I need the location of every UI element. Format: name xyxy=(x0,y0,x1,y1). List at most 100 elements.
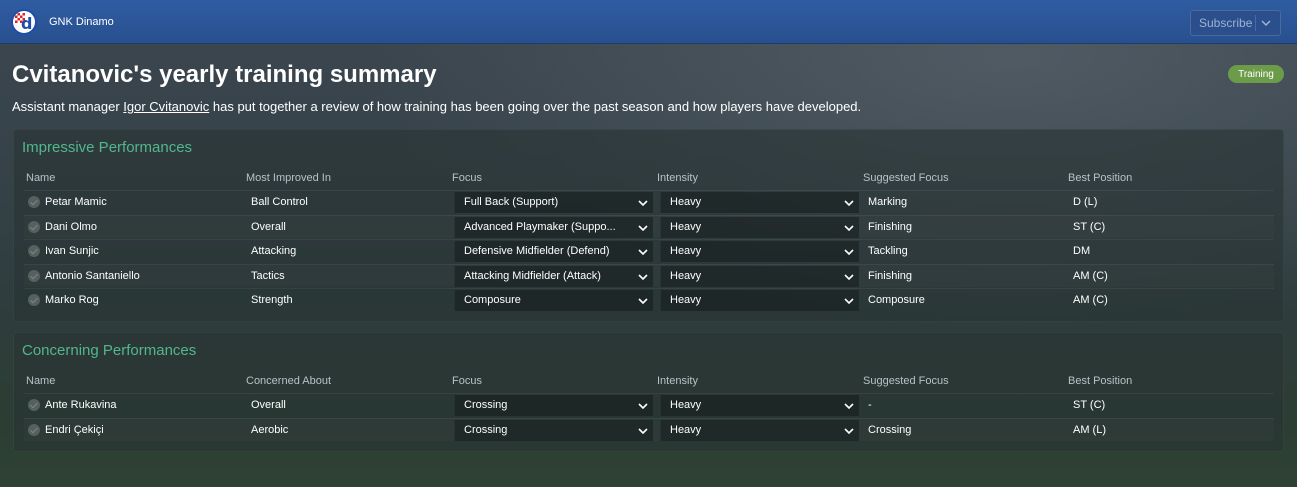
impressive-performances-panel: Impressive Performances Name Most Improve… xyxy=(13,129,1284,322)
panel-title: Concerning Performances xyxy=(22,342,197,359)
focus-dropdown[interactable]: Crossing xyxy=(454,395,653,416)
club-crest-icon[interactable]: d xyxy=(11,8,37,35)
focus-dropdown[interactable]: Full Back (Support) xyxy=(454,192,653,213)
table-row[interactable]: Ante Rukavina Overall Crossing Heavy - ST (C) xyxy=(24,393,1274,416)
focus-dropdown[interactable]: Advanced Playmaker (Suppo... xyxy=(454,216,653,238)
suggested-focus: Crossing xyxy=(868,423,912,436)
focus-value: Advanced Playmaker (Suppo... xyxy=(464,220,616,233)
chevron-down-icon[interactable] xyxy=(1260,15,1272,31)
column-header-focus[interactable]: Focus xyxy=(452,172,482,184)
suggested-focus: Marking xyxy=(868,196,908,208)
table-row[interactable]: Ivan Sunjic Attacking Defensive Midfielder… xyxy=(24,239,1274,262)
checkmark-icon xyxy=(28,294,40,306)
column-header-position[interactable]: Best Position xyxy=(1068,375,1132,387)
focus-dropdown[interactable]: Composure xyxy=(454,290,653,311)
best-position: DM xyxy=(1073,245,1091,257)
table-row[interactable]: Endri Çekiçi Aerobic Crossing Heavy Crossing… xyxy=(24,417,1274,441)
chevron-down-icon xyxy=(638,298,648,305)
best-position: AM (L) xyxy=(1073,423,1106,436)
checkmark-icon xyxy=(28,269,40,282)
chevron-down-icon xyxy=(844,427,854,434)
column-header-intensity[interactable]: Intensity xyxy=(657,375,698,387)
focus-value: Defensive Midfielder (Defend) xyxy=(464,245,610,257)
player-name[interactable]: Ante Rukavina xyxy=(45,399,117,411)
chevron-down-icon xyxy=(844,200,854,207)
intensity-value: Heavy xyxy=(670,269,702,282)
focus-dropdown[interactable]: Defensive Midfielder (Defend) xyxy=(454,241,653,262)
subscribe-button[interactable]: Subscribe xyxy=(1190,10,1281,36)
focus-dropdown[interactable]: Crossing xyxy=(454,419,653,441)
chevron-down-icon xyxy=(638,427,648,434)
chevron-down-icon xyxy=(844,249,854,256)
player-name[interactable]: Antonio Santaniello xyxy=(45,270,140,282)
table-header: Name Concerned About Focus Intensity Suggest… xyxy=(26,375,1274,391)
training-badge[interactable]: Training xyxy=(1228,65,1284,83)
column-header-area[interactable]: Most Improved In xyxy=(246,172,331,184)
table-row[interactable]: Marko Rog Strength Composure Heavy Composure… xyxy=(24,288,1274,311)
column-header-focus[interactable]: Focus xyxy=(452,375,482,387)
intensity-value: Heavy xyxy=(670,220,702,233)
chevron-down-icon xyxy=(638,403,648,410)
focus-value: Crossing xyxy=(464,399,508,411)
player-name[interactable]: Petar Mamic xyxy=(45,196,107,208)
intensity-dropdown[interactable]: Heavy xyxy=(660,290,859,311)
chevron-down-icon xyxy=(638,224,648,231)
focus-value: Composure xyxy=(464,294,521,306)
improved-area: Strength xyxy=(251,294,293,306)
intensity-dropdown[interactable]: Heavy xyxy=(660,241,859,262)
intensity-dropdown[interactable]: Heavy xyxy=(660,419,859,441)
chevron-down-icon xyxy=(844,403,854,410)
focus-value: Attacking Midfielder (Attack) xyxy=(464,269,601,282)
best-position: AM (C) xyxy=(1073,269,1108,282)
intensity-dropdown[interactable]: Heavy xyxy=(660,192,859,213)
table-header: Name Most Improved In Focus Intensity Sugges… xyxy=(26,172,1274,188)
chevron-down-icon xyxy=(844,224,854,231)
checkmark-icon xyxy=(28,245,40,257)
player-name[interactable]: Endri Çekiçi xyxy=(45,424,104,436)
assistant-manager-link[interactable]: Igor Cvitanovic xyxy=(123,99,209,114)
intro-text: Assistant manager Igor Cvitanovic has pu… xyxy=(12,99,862,114)
intensity-value: Heavy xyxy=(670,294,702,306)
intensity-value: Heavy xyxy=(670,196,702,208)
column-header-intensity[interactable]: Intensity xyxy=(657,172,698,184)
intensity-value: Heavy xyxy=(670,399,702,411)
club-name[interactable]: GNK Dinamo xyxy=(49,16,114,28)
table-row[interactable]: Dani Olmo Overall Advanced Playmaker (Supp… xyxy=(24,214,1274,238)
column-header-name[interactable]: Name xyxy=(26,172,55,184)
suggested-focus: Tackling xyxy=(868,245,908,257)
table-row[interactable]: Antonio Santaniello Tactics Attacking Midf… xyxy=(24,263,1274,287)
best-position: ST (C) xyxy=(1073,220,1106,233)
best-position: ST (C) xyxy=(1073,399,1106,411)
checkmark-icon xyxy=(28,399,40,411)
chevron-down-icon xyxy=(638,249,648,256)
suggested-focus: Finishing xyxy=(868,220,913,233)
column-header-position[interactable]: Best Position xyxy=(1068,172,1132,184)
checkmark-icon xyxy=(28,196,40,208)
intensity-dropdown[interactable]: Heavy xyxy=(660,395,859,416)
focus-value: Crossing xyxy=(464,423,508,436)
chevron-down-icon xyxy=(638,273,648,280)
column-header-area[interactable]: Concerned About xyxy=(246,375,331,387)
focus-value: Full Back (Support) xyxy=(464,196,559,208)
player-name[interactable]: Dani Olmo xyxy=(45,221,97,233)
checkmark-icon xyxy=(28,220,40,233)
improved-area: Tactics xyxy=(251,269,285,282)
focus-dropdown[interactable]: Attacking Midfielder (Attack) xyxy=(454,265,653,287)
chevron-down-icon xyxy=(844,298,854,305)
column-header-suggested[interactable]: Suggested Focus xyxy=(863,375,949,387)
column-header-suggested[interactable]: Suggested Focus xyxy=(863,172,949,184)
intensity-dropdown[interactable]: Heavy xyxy=(660,216,859,238)
suggested-focus: - xyxy=(868,399,872,411)
improved-area: Attacking xyxy=(251,245,297,257)
player-name[interactable]: Marko Rog xyxy=(45,294,99,306)
best-position: AM (C) xyxy=(1073,294,1108,306)
player-name[interactable]: Ivan Sunjic xyxy=(45,245,99,257)
checkmark-icon xyxy=(28,423,40,436)
subscribe-label: Subscribe xyxy=(1199,16,1253,30)
table-row[interactable]: Petar Mamic Ball Control Full Back (Suppor… xyxy=(24,190,1274,213)
top-bar: d GNK Dinamo Subscribe xyxy=(0,0,1297,44)
concerning-performances-panel: Concerning Performances Name Concerned Ab… xyxy=(13,332,1284,452)
intensity-dropdown[interactable]: Heavy xyxy=(660,265,859,287)
best-position: D (L) xyxy=(1073,196,1098,208)
column-header-name[interactable]: Name xyxy=(26,375,55,387)
